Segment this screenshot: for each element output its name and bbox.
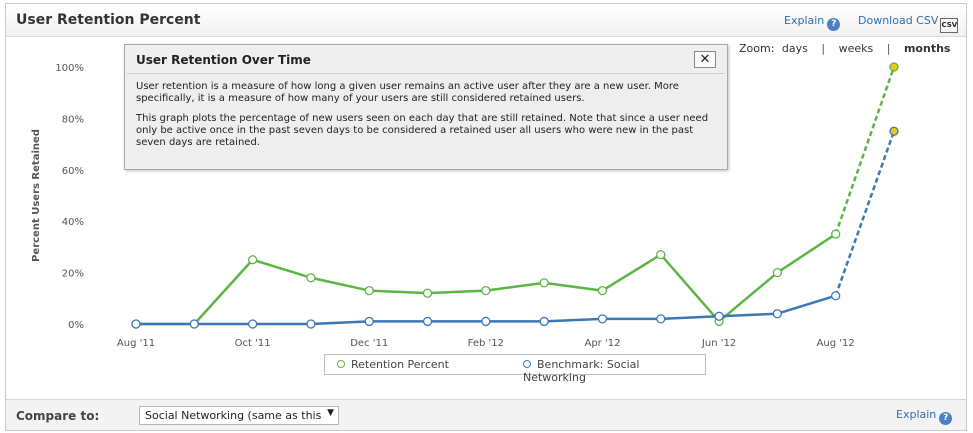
data-point (247, 319, 258, 329)
compare-select[interactable]: Social Networking (same as this ▼ (139, 406, 339, 425)
data-point (422, 288, 433, 298)
retention-panel: User Retention Percent Explain? Download… (5, 3, 967, 431)
y-tick-label: 100% (55, 63, 84, 74)
y-tick-label: 80% (62, 114, 84, 125)
data-point (597, 285, 608, 296)
data-point (247, 255, 258, 265)
data-point (714, 311, 724, 321)
series-line-retention (136, 233, 837, 326)
data-point (364, 285, 374, 296)
explain-popup: User Retention Over Time ✕ User retentio… (124, 44, 728, 170)
popup-title: User Retention Over Time (136, 53, 311, 67)
data-point (772, 267, 783, 278)
legend-label: Retention Percent (351, 358, 449, 371)
legend-item-benchmark[interactable]: Benchmark: Social Networking (523, 358, 705, 384)
close-button[interactable]: ✕ (694, 51, 716, 68)
data-point (306, 319, 316, 329)
popup-paragraph: User retention is a measure of how long … (136, 81, 679, 104)
data-point (422, 316, 433, 327)
data-point (481, 285, 491, 296)
panel-footer: Compare to: Social Networking (same as t… (6, 399, 966, 430)
data-point (189, 319, 199, 329)
x-tick-label: Oct '11 (235, 338, 271, 349)
x-tick-label: Feb '12 (468, 338, 504, 349)
data-point (831, 291, 841, 301)
explain-link-footer[interactable]: Explain? (896, 408, 953, 425)
data-point (772, 309, 783, 319)
legend-label: Benchmark: Social Networking (523, 358, 640, 384)
series-projection-line (834, 66, 896, 235)
legend-marker-icon (523, 360, 531, 368)
data-point (539, 278, 549, 288)
data-point (481, 316, 491, 327)
x-tick-label: Dec '11 (350, 338, 388, 349)
data-point (597, 314, 608, 324)
data-point (656, 314, 666, 324)
popup-body: User retention is a measure of how long … (127, 73, 725, 167)
data-point (656, 249, 666, 260)
x-tick-label: Jun '12 (701, 338, 736, 349)
x-tick-label: Apr '12 (584, 338, 620, 349)
x-tick-label: Aug '12 (817, 338, 855, 349)
legend-item-retention[interactable]: Retention Percent (337, 358, 449, 371)
popup-paragraph: This graph plots the percentage of new u… (136, 113, 709, 148)
y-tick-label: 60% (62, 166, 84, 177)
x-tick-label: Aug '11 (117, 338, 155, 349)
chevron-down-icon: ▼ (327, 408, 334, 418)
legend-marker-icon (337, 360, 345, 368)
compare-label: Compare to: (16, 409, 100, 423)
data-point (539, 316, 549, 327)
y-tick-label: 20% (62, 269, 84, 280)
compare-value: Social Networking (same as this (145, 409, 322, 422)
help-icon: ? (939, 412, 953, 425)
data-point (831, 229, 841, 239)
data-point (131, 319, 141, 329)
data-point (889, 126, 899, 136)
y-tick-label: 40% (62, 217, 84, 228)
series-projection-line (834, 130, 896, 297)
y-axis-label: Percent Users Retained (31, 129, 42, 262)
data-point (306, 273, 316, 283)
y-tick-label: 0% (68, 320, 84, 331)
data-point (364, 316, 374, 327)
data-point (889, 62, 899, 72)
explain-label: Explain (896, 408, 937, 421)
chart-legend: Retention Percent Benchmark: Social Netw… (324, 354, 706, 384)
